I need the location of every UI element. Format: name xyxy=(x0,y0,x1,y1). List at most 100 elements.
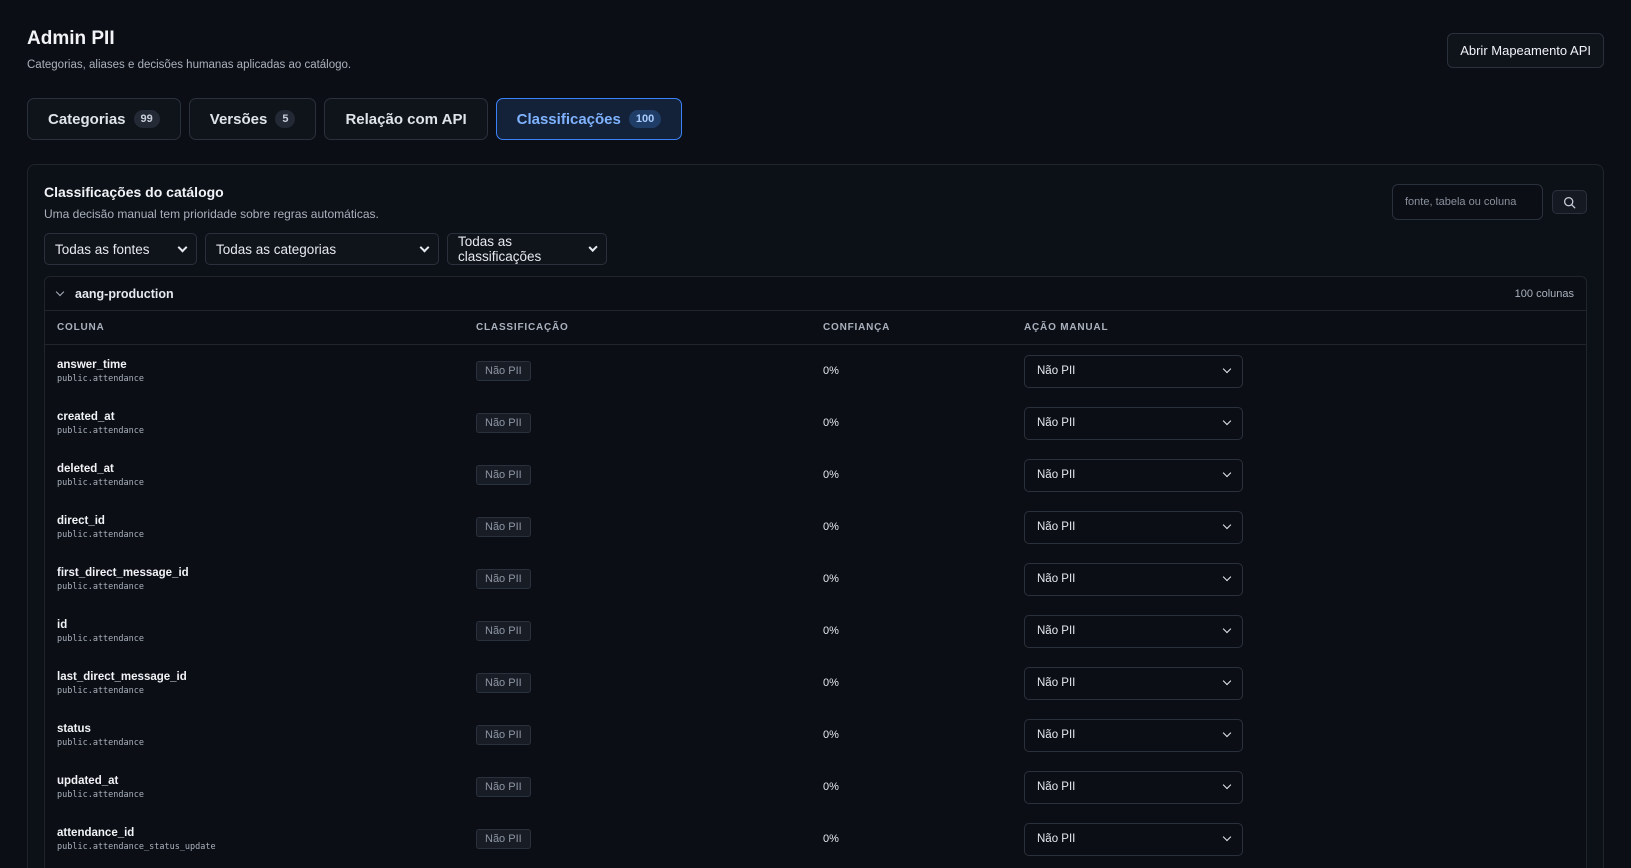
column-cell: updated_at public.attendance xyxy=(45,775,476,800)
confidence-value: 0% xyxy=(823,781,839,793)
column-name: id xyxy=(57,618,68,631)
source-filter-select[interactable]: Todas as fontes xyxy=(44,233,197,265)
classification-cell: Não PII xyxy=(476,725,823,745)
manual-action-select[interactable]: Não PII xyxy=(1024,510,1243,544)
manual-action-cell: Não PII xyxy=(1024,822,1586,856)
column-name: answer_time xyxy=(57,358,127,371)
tab-classificacoes[interactable]: Classificações 100 xyxy=(495,98,683,140)
column-path: public.attendance xyxy=(57,737,144,748)
tab-count-badge: 99 xyxy=(133,110,160,128)
header-column: COLUNA xyxy=(57,322,105,333)
classification-cell: Não PII xyxy=(476,517,823,537)
column-name: attendance_id xyxy=(57,826,135,839)
classification-badge: Não PII xyxy=(476,725,531,745)
column-cell: attendance_id public.attendance_status_up… xyxy=(45,827,476,852)
manual-action-select[interactable]: Não PII xyxy=(1024,770,1243,804)
table-header: COLUNA CLASSIFICAÇÃO CONFIANÇA AÇÃO MANU… xyxy=(45,311,1586,345)
manual-action-select[interactable]: Não PII xyxy=(1024,562,1243,596)
classification-cell: Não PII xyxy=(476,413,823,433)
tab-relacao-api[interactable]: Relação com API xyxy=(324,98,488,140)
tab-count-badge: 100 xyxy=(628,110,662,128)
column-path: public.attendance xyxy=(57,425,144,436)
column-cell: last_direct_message_id public.attendance xyxy=(45,671,476,696)
page-header: Admin PII Categorias, aliases e decisões… xyxy=(27,0,1604,98)
group-column-count: 100 colunas xyxy=(1514,287,1574,300)
group-name: aang-production xyxy=(75,286,174,301)
classification-filter-select[interactable]: Todas as classificações xyxy=(447,233,607,265)
classifications-panel: Classificações do catálogo Uma decisão m… xyxy=(27,164,1604,868)
classification-cell: Não PII xyxy=(476,569,823,589)
source-group: aang-production 100 colunas COLUNA CLASS… xyxy=(44,276,1587,868)
header-confidence: CONFIANÇA xyxy=(823,322,891,333)
chevron-down-icon xyxy=(1222,520,1232,530)
column-cell: first_direct_message_id public.attendance xyxy=(45,567,476,592)
manual-action-select[interactable]: Não PII xyxy=(1024,666,1243,700)
tab-versoes[interactable]: Versões 5 xyxy=(188,98,317,140)
table-body: answer_time public.attendance Não PII 0% Não… xyxy=(45,345,1586,865)
tab-label: Versões xyxy=(209,110,268,128)
column-name: last_direct_message_id xyxy=(57,670,187,683)
confidence-value: 0% xyxy=(823,833,839,845)
chevron-down-icon xyxy=(1222,416,1232,426)
classification-filter-value: Todas as classificações xyxy=(458,234,542,264)
manual-action-value: Não PII xyxy=(1037,729,1076,741)
manual-action-select[interactable]: Não PII xyxy=(1024,614,1243,648)
table-row: direct_id public.attendance Não PII 0% Não P… xyxy=(45,501,1586,553)
manual-action-select[interactable]: Não PII xyxy=(1024,718,1243,752)
manual-action-value: Não PII xyxy=(1037,833,1076,845)
confidence-value: 0% xyxy=(823,521,839,533)
classification-cell: Não PII xyxy=(476,361,823,381)
search-button[interactable] xyxy=(1552,190,1587,214)
search-input[interactable] xyxy=(1392,184,1543,220)
confidence-value: 0% xyxy=(823,365,839,377)
classification-badge: Não PII xyxy=(476,569,531,589)
classification-badge: Não PII xyxy=(476,465,531,485)
manual-action-cell: Não PII xyxy=(1024,354,1586,388)
column-name: direct_id xyxy=(57,514,105,527)
column-cell: status public.attendance xyxy=(45,723,476,748)
classification-badge: Não PII xyxy=(476,777,531,797)
chevron-down-icon xyxy=(1222,364,1232,374)
column-cell: deleted_at public.attendance xyxy=(45,463,476,488)
confidence-value: 0% xyxy=(823,469,839,481)
table-row: updated_at public.attendance Não PII 0% Não … xyxy=(45,761,1586,813)
page-subtitle: Categorias, aliases e decisões humanas a… xyxy=(27,59,352,71)
manual-action-value: Não PII xyxy=(1037,625,1076,637)
column-cell: answer_time public.attendance xyxy=(45,359,476,384)
panel-description: Uma decisão manual tem prioridade sobre … xyxy=(44,207,379,221)
manual-action-cell: Não PII xyxy=(1024,614,1586,648)
category-filter-select[interactable]: Todas as categorias xyxy=(205,233,439,265)
column-cell: id public.attendance xyxy=(45,619,476,644)
manual-action-value: Não PII xyxy=(1037,781,1076,793)
column-path: public.attendance xyxy=(57,529,144,540)
tab-categorias[interactable]: Categorias 99 xyxy=(27,98,181,140)
open-api-mapping-button[interactable]: Abrir Mapeamento API xyxy=(1447,33,1604,68)
chevron-down-icon xyxy=(1222,676,1232,686)
chevron-down-icon xyxy=(419,242,430,252)
table-row: id public.attendance Não PII 0% Não PII xyxy=(45,605,1586,657)
table-row: first_direct_message_id public.attendance… xyxy=(45,553,1586,605)
confidence-value: 0% xyxy=(823,677,839,689)
classification-cell: Não PII xyxy=(476,465,823,485)
column-name: created_at xyxy=(57,410,115,423)
column-path: public.attendance xyxy=(57,633,144,644)
manual-action-cell: Não PII xyxy=(1024,458,1586,492)
manual-action-select[interactable]: Não PII xyxy=(1024,822,1243,856)
group-header-toggle[interactable]: aang-production 100 colunas xyxy=(45,277,1586,310)
manual-action-select[interactable]: Não PII xyxy=(1024,354,1243,388)
classification-table: COLUNA CLASSIFICAÇÃO CONFIANÇA AÇÃO MANU… xyxy=(45,310,1586,865)
chevron-down-icon xyxy=(1222,728,1232,738)
category-filter-value: Todas as categorias xyxy=(216,241,337,257)
manual-action-cell: Não PII xyxy=(1024,562,1586,596)
manual-action-value: Não PII xyxy=(1037,469,1076,481)
manual-action-select[interactable]: Não PII xyxy=(1024,458,1243,492)
classification-badge: Não PII xyxy=(476,829,531,849)
confidence-value: 0% xyxy=(823,573,839,585)
classification-cell: Não PII xyxy=(476,777,823,797)
manual-action-value: Não PII xyxy=(1037,677,1076,689)
classification-badge: Não PII xyxy=(476,673,531,693)
manual-action-select[interactable]: Não PII xyxy=(1024,406,1243,440)
column-path: public.attendance_status_update xyxy=(57,841,216,852)
panel-title: Classificações do catálogo xyxy=(44,184,224,200)
search-icon xyxy=(1563,196,1576,208)
